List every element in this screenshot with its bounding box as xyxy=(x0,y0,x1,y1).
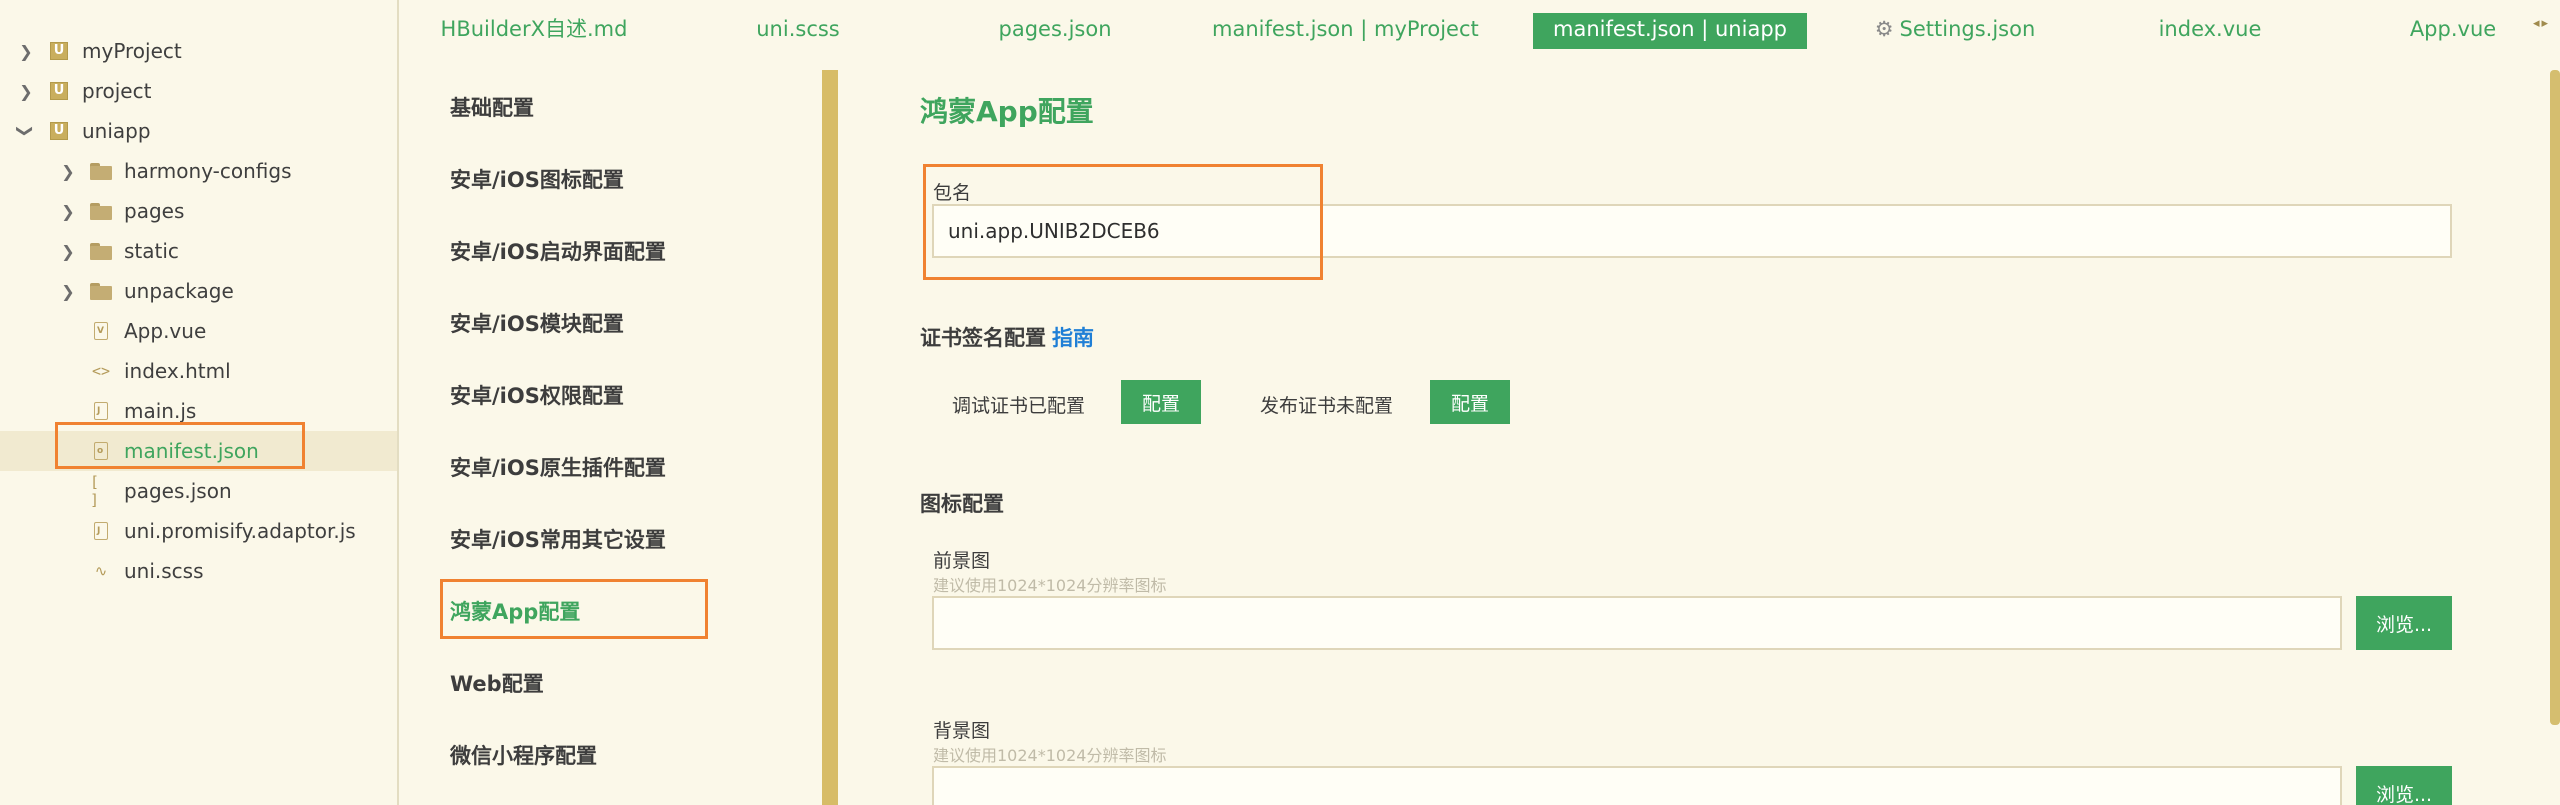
tab-index-vue[interactable]: index.vue xyxy=(2150,13,2270,49)
folder-icon xyxy=(90,160,112,182)
debug-cert-status: 调试证书已配置 xyxy=(952,395,1086,417)
tree-item-label: index.html xyxy=(124,359,231,383)
tree-item-label: manifest.json xyxy=(124,439,259,463)
tree-item-static[interactable]: ❯ static xyxy=(0,231,397,271)
tab-app-vue[interactable]: App.vue xyxy=(2398,13,2508,49)
tab-manifest-myproject[interactable]: manifest.json | myProject xyxy=(1212,13,1479,49)
package-name-label: 包名 xyxy=(933,182,972,204)
cert-title-text: 证书签名配置 xyxy=(920,326,1046,350)
nav-other-settings[interactable]: 安卓/iOS常用其它设置 xyxy=(450,524,666,554)
icon-section-title: 图标配置 xyxy=(920,492,1004,516)
html-file-icon: <> xyxy=(91,362,111,380)
tree-item-main-js[interactable]: J main.js xyxy=(0,391,397,431)
tree-item-label: uniapp xyxy=(82,119,151,143)
debug-cert-config-button[interactable]: 配置 xyxy=(1121,380,1201,424)
tab-manifest-uniapp[interactable]: manifest.json | uniapp xyxy=(1533,13,1807,49)
tree-item-manifest-json[interactable]: o manifest.json xyxy=(0,431,397,471)
nav-wechat-miniprogram-config[interactable]: 微信小程序配置 xyxy=(450,740,597,770)
release-cert-status: 发布证书未配置 xyxy=(1260,395,1394,417)
tree-item-label: uni.scss xyxy=(124,559,204,583)
nav-icon-config[interactable]: 安卓/iOS图标配置 xyxy=(450,164,624,194)
chevron-right-icon[interactable]: ❯ xyxy=(56,159,80,183)
foreground-image-input[interactable] xyxy=(932,596,2342,650)
tree-item-project[interactable]: ❯ U project xyxy=(0,71,397,111)
chevron-right-icon[interactable]: ❯ xyxy=(14,39,38,63)
chevron-right-icon[interactable]: ❯ xyxy=(14,79,38,103)
gear-icon: ⚙ xyxy=(1874,17,1894,41)
foreground-browse-button[interactable]: 浏览... xyxy=(2356,596,2452,650)
background-label: 背景图 xyxy=(933,720,991,742)
tree-item-pages[interactable]: ❯ pages xyxy=(0,191,397,231)
scss-file-icon: ∿ xyxy=(94,562,108,580)
tree-item-label: project xyxy=(82,79,152,103)
page-title: 鸿蒙App配置 xyxy=(920,95,1094,128)
tab-label: Settings.json xyxy=(1899,17,2036,41)
tree-item-uniapp[interactable]: ❯ U uniapp xyxy=(0,111,397,151)
tree-item-app-vue[interactable]: V App.vue xyxy=(0,311,397,351)
chevron-right-icon[interactable]: ❯ xyxy=(56,279,80,303)
editor-tab-bar: HBuilderX自述.md uni.scss pages.json manif… xyxy=(400,0,2560,58)
nav-web-config[interactable]: Web配置 xyxy=(450,668,544,698)
tree-item-harmony-configs[interactable]: ❯ harmony-configs xyxy=(0,151,397,191)
project-explorer: ❯ U myProject ❯ U project ❯ U uniapp ❯ h… xyxy=(0,0,399,805)
tree-item-label: App.vue xyxy=(124,319,207,343)
tree-item-label: myProject xyxy=(82,39,182,63)
vertical-scrollbar[interactable] xyxy=(2550,70,2560,725)
nav-native-plugin-config[interactable]: 安卓/iOS原生插件配置 xyxy=(450,452,666,482)
tab-settings-json[interactable]: ⚙ Settings.json xyxy=(1870,13,2040,49)
cert-section-title: 证书签名配置 指南 xyxy=(920,322,1094,352)
tree-item-label: unpackage xyxy=(124,279,234,303)
nav-divider[interactable] xyxy=(822,70,838,805)
background-hint: 建议使用1024*1024分辨率图标 xyxy=(933,746,1167,765)
tree-item-label: main.js xyxy=(124,399,197,423)
background-image-input[interactable] xyxy=(932,766,2342,805)
tree-item-label: pages xyxy=(124,199,185,223)
project-icon: U xyxy=(48,120,70,142)
tab-scroll-arrows-icon[interactable]: ◂▸ xyxy=(2533,16,2550,31)
manifest-settings-nav: 基础配置 安卓/iOS图标配置 安卓/iOS启动界面配置 安卓/iOS模块配置 … xyxy=(400,58,822,805)
js-file-icon: J xyxy=(90,400,112,422)
guide-link[interactable]: 指南 xyxy=(1052,326,1094,350)
nav-permission-config[interactable]: 安卓/iOS权限配置 xyxy=(450,380,624,410)
tab-pages-json[interactable]: pages.json xyxy=(980,13,1130,49)
manifest-file-icon: o xyxy=(90,440,112,462)
tree-item-label: static xyxy=(124,239,179,263)
tree-item-pages-json[interactable]: [ ] pages.json xyxy=(0,471,397,511)
release-cert-config-button[interactable]: 配置 xyxy=(1430,380,1510,424)
project-icon: U xyxy=(48,40,70,62)
project-icon: U xyxy=(48,80,70,102)
package-name-input[interactable] xyxy=(932,204,2452,258)
tree-item-myproject[interactable]: ❯ U myProject xyxy=(0,31,397,71)
tree-item-label: pages.json xyxy=(124,479,232,503)
chevron-right-icon[interactable]: ❯ xyxy=(56,239,80,263)
background-browse-button[interactable]: 浏览... xyxy=(2356,766,2452,805)
harmony-config-panel: 鸿蒙App配置 包名 证书签名配置指南 调试证书已配置 配置 发布证书未配置 配… xyxy=(838,58,2560,805)
json-file-icon: [ ] xyxy=(90,473,100,509)
folder-icon xyxy=(90,280,112,302)
foreground-label: 前景图 xyxy=(933,550,991,572)
tree-item-uni-scss[interactable]: ∿ uni.scss xyxy=(0,551,397,591)
chevron-down-icon[interactable]: ❯ xyxy=(14,119,38,143)
tab-uni-scss[interactable]: uni.scss xyxy=(738,13,858,49)
nav-splash-config[interactable]: 安卓/iOS启动界面配置 xyxy=(450,236,666,266)
folder-icon xyxy=(90,200,112,222)
nav-module-config[interactable]: 安卓/iOS模块配置 xyxy=(450,308,624,338)
js-file-icon: J xyxy=(90,520,112,542)
foreground-hint: 建议使用1024*1024分辨率图标 xyxy=(933,576,1167,595)
tree-item-index-html[interactable]: <> index.html xyxy=(0,351,397,391)
nav-harmony-config[interactable]: 鸿蒙App配置 xyxy=(450,596,580,626)
tree-item-unpackage[interactable]: ❯ unpackage xyxy=(0,271,397,311)
chevron-right-icon[interactable]: ❯ xyxy=(56,199,80,223)
tree-item-label: harmony-configs xyxy=(124,159,292,183)
nav-basic-config[interactable]: 基础配置 xyxy=(450,92,534,122)
tab-hbuilderx-readme[interactable]: HBuilderX自述.md xyxy=(440,13,628,49)
tree-item-uni-promisify-adaptor-js[interactable]: J uni.promisify.adaptor.js xyxy=(0,511,397,551)
tree-item-label: uni.promisify.adaptor.js xyxy=(124,519,356,543)
vue-file-icon: V xyxy=(90,320,112,342)
folder-icon xyxy=(90,240,112,262)
